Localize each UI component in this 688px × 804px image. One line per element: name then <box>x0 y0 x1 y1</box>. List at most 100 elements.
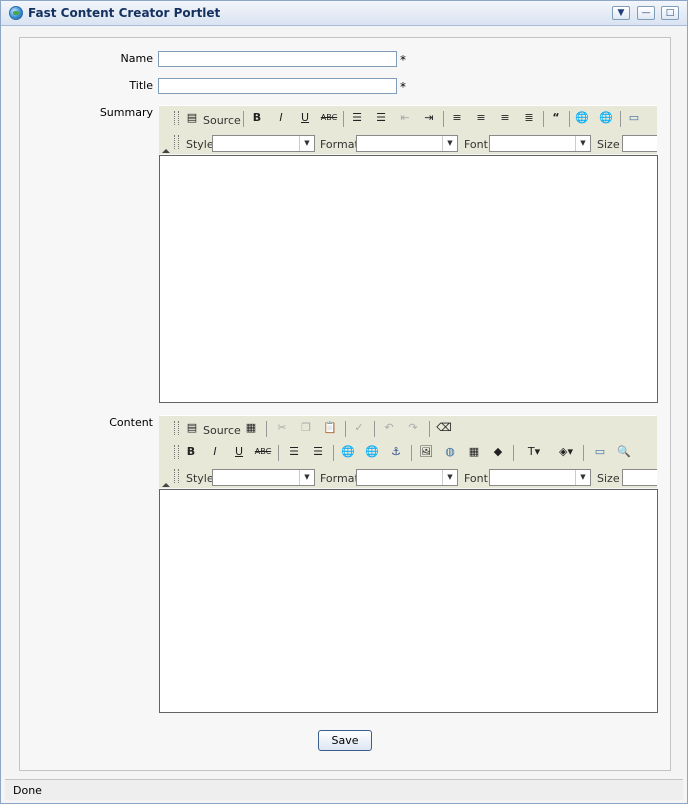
style-select[interactable]: ▼ <box>212 135 315 152</box>
paste-icon[interactable]: 📋 <box>321 419 339 437</box>
dropdown-arrow-icon: ▼ <box>442 136 457 151</box>
source-button[interactable]: Source <box>203 114 241 127</box>
maximize-icon: □ <box>665 8 675 18</box>
toolbar-grip <box>174 111 179 125</box>
undo-icon[interactable]: ↶ <box>380 419 398 437</box>
copy-icon[interactable]: ❐ <box>297 419 315 437</box>
format-select[interactable]: ▼ <box>356 469 458 486</box>
align-left-icon[interactable]: ≡ <box>448 109 466 127</box>
numbered-list-icon[interactable]: ☰ <box>348 109 366 127</box>
dropdown-arrow-icon: ▼ <box>575 136 590 151</box>
summary-text-area[interactable] <box>159 155 658 403</box>
summary-editor: ▤ Source B I U ABC ☰ ☰ ⇤ ⇥ ≡ ≡ ≡ ≣ “ 🌐 🌐… <box>159 105 659 405</box>
numbered-list-icon[interactable]: ☰ <box>285 443 303 461</box>
toolbar-grip <box>174 445 179 459</box>
show-blocks-icon[interactable]: ▭ <box>625 109 643 127</box>
name-input[interactable] <box>158 51 397 67</box>
source-icon: ▤ <box>186 111 198 124</box>
align-right-icon[interactable]: ≡ <box>496 109 514 127</box>
save-button[interactable]: Save <box>318 730 372 751</box>
form-panel: Name * Title * Summary ▤ Source B I U AB… <box>19 37 671 771</box>
style-label: Style <box>186 138 214 151</box>
summary-toolbar: ▤ Source B I U ABC ☰ ☰ ⇤ ⇥ ≡ ≡ ≡ ≣ “ 🌐 🌐… <box>159 105 657 154</box>
window-menu-button[interactable]: ▼ <box>612 6 630 20</box>
content-editor: ▤ Source ▦ ✂ ❐ 📋 ✓ ↶ ↷ ⌫ B I U ABC ☰ ☰ 🌐… <box>159 415 659 715</box>
style-select[interactable]: ▼ <box>212 469 315 486</box>
templates-icon[interactable]: ▦ <box>242 419 260 437</box>
redo-icon[interactable]: ↷ <box>404 419 422 437</box>
font-select[interactable]: ▼ <box>489 135 591 152</box>
show-blocks-icon[interactable]: ▭ <box>591 443 609 461</box>
separator <box>374 421 375 437</box>
collapse-toolbar-icon[interactable] <box>162 149 170 153</box>
table-icon[interactable]: ▦ <box>465 443 483 461</box>
separator <box>583 445 584 461</box>
format-label: Format <box>320 472 359 485</box>
spellcheck-icon[interactable]: ✓ <box>350 419 368 437</box>
size-label: Size <box>597 472 620 485</box>
separator <box>513 445 514 461</box>
content-toolbar: ▤ Source ▦ ✂ ❐ 📋 ✓ ↶ ↷ ⌫ B I U ABC ☰ ☰ 🌐… <box>159 415 657 488</box>
flash-icon[interactable]: ◍ <box>441 443 459 461</box>
bulleted-list-icon[interactable]: ☰ <box>372 109 390 127</box>
separator <box>278 445 279 461</box>
outdent-icon[interactable]: ⇤ <box>396 109 414 127</box>
source-button[interactable]: Source <box>203 424 241 437</box>
strikethrough-icon[interactable]: ABC <box>254 443 272 461</box>
separator <box>343 111 344 127</box>
summary-label: Summary <box>99 106 153 119</box>
bold-icon[interactable]: B <box>182 443 200 461</box>
unlink-icon[interactable]: 🌐 <box>363 443 381 461</box>
title-input[interactable] <box>158 78 397 94</box>
special-char-icon[interactable]: ◆ <box>489 443 507 461</box>
strikethrough-icon[interactable]: ABC <box>320 109 338 127</box>
size-select[interactable] <box>622 135 657 152</box>
bulleted-list-icon[interactable]: ☰ <box>309 443 327 461</box>
unlink-icon[interactable]: 🌐 <box>597 109 615 127</box>
separator <box>620 111 621 127</box>
justify-icon[interactable]: ≣ <box>520 109 538 127</box>
image-icon[interactable]: 🖼 <box>417 443 435 461</box>
maximize-button[interactable]: □ <box>661 6 679 20</box>
blockquote-icon[interactable]: “ <box>547 109 565 127</box>
italic-icon[interactable]: I <box>272 109 290 127</box>
bold-icon[interactable]: B <box>248 109 266 127</box>
size-select[interactable] <box>622 469 657 486</box>
collapse-toolbar-icon[interactable] <box>162 483 170 487</box>
toolbar-grip <box>174 421 179 435</box>
dropdown-arrow-icon: ▼ <box>575 470 590 485</box>
underline-icon[interactable]: U <box>230 443 248 461</box>
font-label: Font <box>464 138 488 151</box>
style-label: Style <box>186 472 214 485</box>
separator <box>345 421 346 437</box>
link-icon[interactable]: 🌐 <box>573 109 591 127</box>
eraser-icon[interactable]: ⌫ <box>435 419 453 437</box>
status-text: Done <box>13 784 42 797</box>
italic-icon[interactable]: I <box>206 443 224 461</box>
separator <box>411 445 412 461</box>
source-icon: ▤ <box>186 421 198 434</box>
link-icon[interactable]: 🌐 <box>339 443 357 461</box>
font-select[interactable]: ▼ <box>489 469 591 486</box>
indent-icon[interactable]: ⇥ <box>420 109 438 127</box>
preview-icon[interactable]: 🔍 <box>615 443 633 461</box>
name-label: Name <box>120 52 153 65</box>
background-color-icon[interactable]: ◈▾ <box>553 443 579 461</box>
underline-icon[interactable]: U <box>296 109 314 127</box>
format-select[interactable]: ▼ <box>356 135 458 152</box>
content-text-area[interactable] <box>159 489 658 713</box>
toolbar-grip <box>174 469 179 483</box>
content-label: Content <box>109 416 153 429</box>
minimize-button[interactable]: — <box>637 6 655 20</box>
toolbar-grip <box>174 135 179 149</box>
text-color-icon[interactable]: T▾ <box>521 443 547 461</box>
anchor-icon[interactable]: ⚓ <box>387 443 405 461</box>
separator <box>543 111 544 127</box>
separator <box>429 421 430 437</box>
cut-icon[interactable]: ✂ <box>273 419 291 437</box>
chevron-down-icon: ▼ <box>617 8 625 18</box>
align-center-icon[interactable]: ≡ <box>472 109 490 127</box>
portlet-window: Fast Content Creator Portlet ▼ — □ Name … <box>0 0 688 804</box>
separator <box>266 421 267 437</box>
status-bar: Done <box>5 779 683 800</box>
